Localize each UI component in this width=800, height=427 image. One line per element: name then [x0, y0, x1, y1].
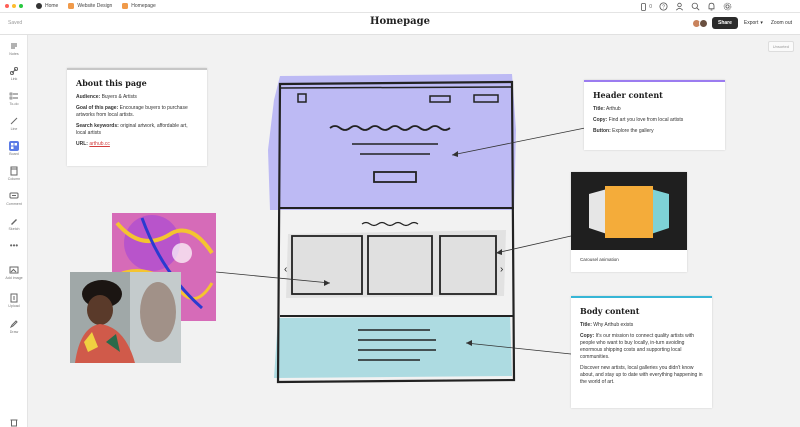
body-content-card[interactable]: Body content Title: Why Arthub exists Co…	[571, 296, 712, 408]
connector-line	[495, 235, 572, 254]
arrow-head	[466, 340, 472, 346]
arrow-head	[496, 249, 502, 255]
copy-line: Copy: Find art you love from local artis…	[593, 117, 684, 123]
goal-line: Goal of this page: Encourage buyers to p…	[76, 105, 188, 118]
arrow-head	[452, 151, 458, 157]
copy-line: Copy: It's our mission to connect qualit…	[580, 333, 695, 360]
body-content-title: Body content	[580, 306, 640, 316]
title-line: Title: Arthub	[593, 106, 621, 112]
connector-line	[465, 342, 572, 355]
url-link[interactable]: arthub.cc	[89, 141, 110, 147]
header-content-title: Header content	[593, 90, 663, 100]
title-line: Title: Why Arthub exists	[580, 322, 634, 328]
connector-line	[451, 127, 586, 156]
carousel-card[interactable]: Carousel animation	[571, 172, 687, 272]
copy-paragraph-2: Discover new artists, local galleries yo…	[580, 365, 703, 385]
audience-line: Audience: Buyers & Artists	[76, 94, 137, 100]
about-card[interactable]: About this page Audience: Buyers & Artis…	[67, 68, 207, 166]
arrow-head	[324, 280, 330, 286]
carousel-animation-image	[571, 172, 687, 250]
artist-photo-image[interactable]	[70, 272, 181, 363]
about-title: About this page	[76, 78, 147, 88]
button-line: Button: Explore the gallery	[593, 128, 654, 134]
header-content-card[interactable]: Header content Title: Arthub Copy: Find …	[584, 80, 725, 150]
carousel-caption: Carousel animation	[580, 257, 619, 262]
url-line: URL: arthub.cc	[76, 141, 110, 147]
keywords-line: Search keywords: original artwork, affor…	[76, 123, 188, 136]
connector-line	[215, 271, 331, 284]
